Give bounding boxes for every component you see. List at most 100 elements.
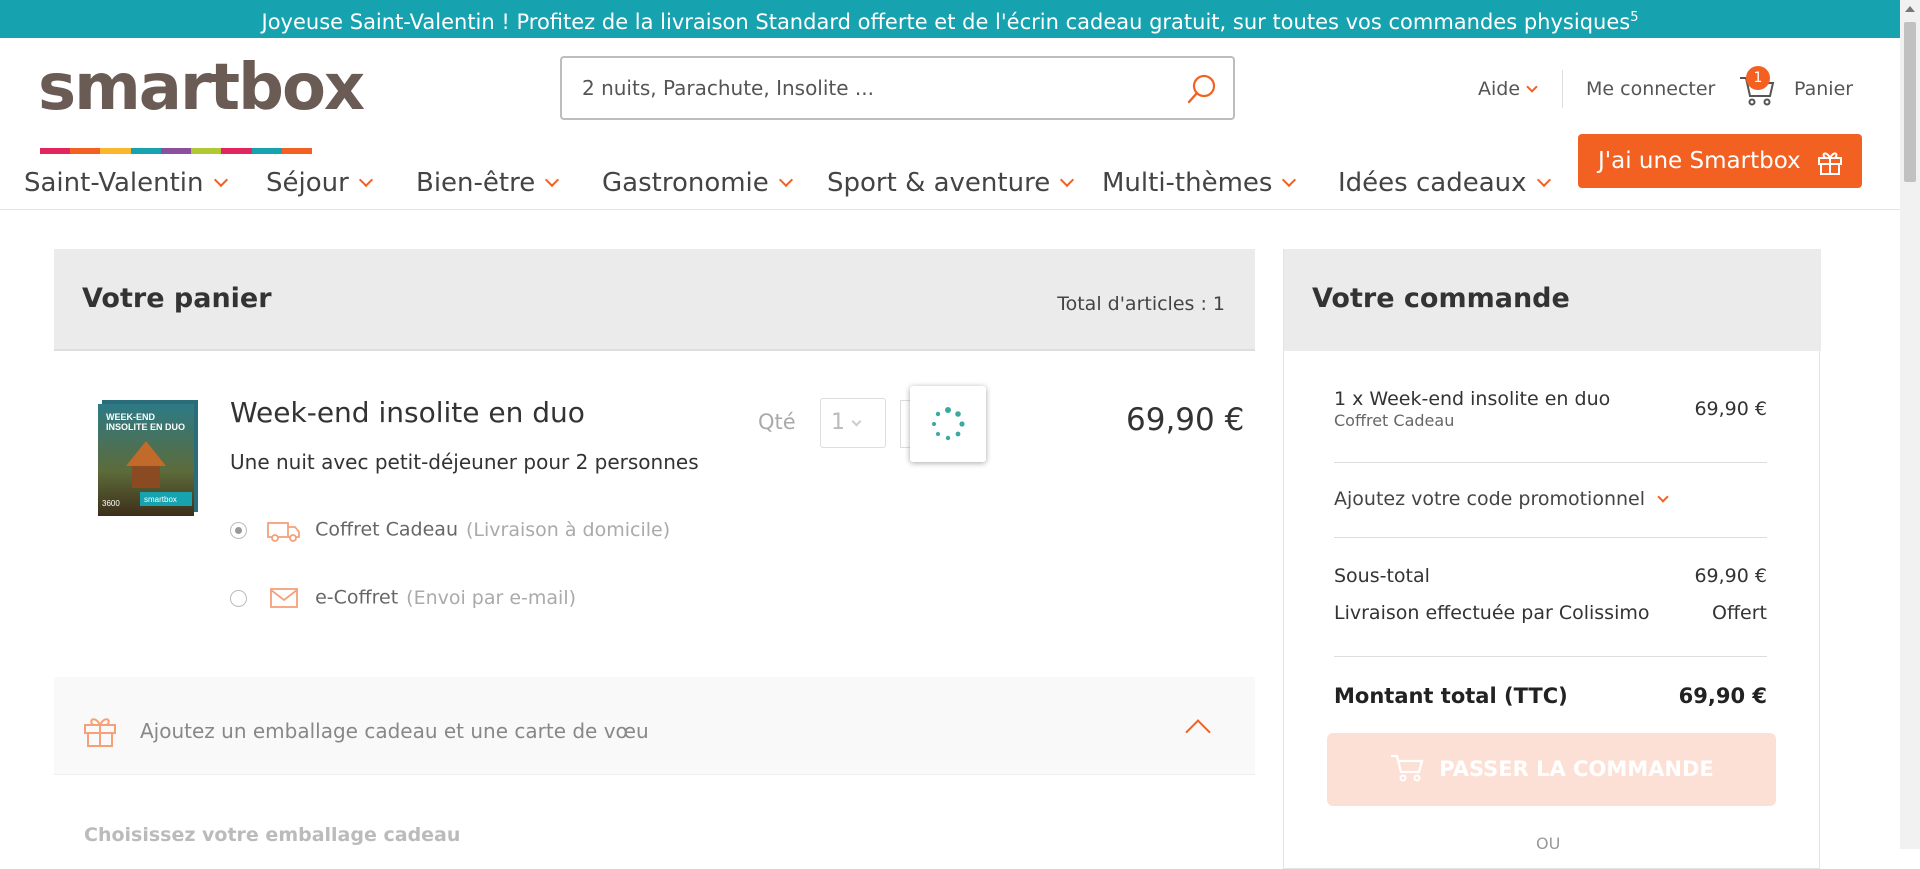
nav-item-label: Sport & aventure bbox=[827, 168, 1051, 198]
chevron-up-icon[interactable] bbox=[1185, 719, 1211, 745]
promo-code-label: Ajoutez votre code promotionnel bbox=[1334, 488, 1646, 510]
cart-item-count: Total d'articles : 1 bbox=[1057, 293, 1225, 315]
logo-color-bar bbox=[40, 148, 312, 154]
nav-item-bien-etre[interactable]: Bien-être bbox=[416, 168, 560, 198]
loading-spinner-icon bbox=[910, 386, 986, 462]
svg-text:smartbox: smartbox bbox=[144, 495, 177, 504]
quantity-select[interactable]: 1 bbox=[820, 398, 886, 448]
chevron-down-icon bbox=[213, 172, 228, 188]
nav-item-multi-themes[interactable]: Multi-thèmes bbox=[1102, 168, 1297, 198]
option-label: Coffret Cadeau bbox=[315, 518, 458, 541]
radio-e-coffret[interactable] bbox=[230, 589, 247, 607]
nav-item-gastronomie[interactable]: Gastronomie bbox=[602, 168, 793, 198]
promo-banner-text: Joyeuse Saint-Valentin ! Profitez de la … bbox=[261, 10, 1631, 34]
shipping-value: Offert bbox=[1712, 602, 1767, 624]
quantity-value: 1 bbox=[831, 410, 845, 435]
option-label: e-Coffret bbox=[315, 586, 399, 609]
product-box-image[interactable]: WEEK-END INSOLITE EN DUO smartbox 3600 bbox=[96, 396, 202, 516]
svg-text:WEEK-END: WEEK-END bbox=[106, 412, 155, 422]
promo-footnote: 5 bbox=[1630, 10, 1639, 25]
login-link[interactable]: Me connecter bbox=[1586, 78, 1715, 100]
order-line-item-type: Coffret Cadeau bbox=[1334, 411, 1455, 430]
header-divider bbox=[1562, 70, 1563, 108]
product-price: 69,90 € bbox=[1126, 402, 1245, 438]
chevron-down-icon bbox=[778, 172, 793, 188]
cart-header: Votre panier Total d'articles : 1 bbox=[54, 249, 1255, 351]
order-title: Votre commande bbox=[1312, 283, 1570, 314]
envelope-icon bbox=[270, 588, 298, 608]
search-icon[interactable] bbox=[1185, 72, 1219, 106]
svg-text:INSOLITE EN DUO: INSOLITE EN DUO bbox=[106, 422, 185, 432]
gift-wrap-section-title: Choisissez votre emballage cadeau bbox=[84, 824, 461, 846]
quantity-label: Qté bbox=[758, 410, 796, 434]
option-coffret-cadeau[interactable]: Coffret Cadeau (Livraison à domicile) bbox=[230, 518, 670, 542]
logo-color-segment bbox=[221, 148, 252, 154]
logo-color-segment bbox=[191, 148, 222, 154]
checkout-label: PASSER LA COMMANDE bbox=[1439, 757, 1714, 781]
gift-icon bbox=[84, 718, 116, 747]
have-smartbox-label: J'ai une Smartbox bbox=[1598, 148, 1801, 174]
search-input[interactable] bbox=[580, 68, 1160, 108]
chevron-down-icon bbox=[1536, 172, 1551, 188]
order-divider bbox=[1334, 537, 1767, 538]
product-subtitle: Une nuit avec petit-déjeuner pour 2 pers… bbox=[230, 450, 699, 474]
chevron-down-icon bbox=[358, 172, 373, 188]
logo-color-segment bbox=[130, 148, 161, 154]
logo-color-segment bbox=[281, 148, 312, 154]
cart-link[interactable]: Panier bbox=[1794, 78, 1853, 100]
logo-color-segment bbox=[160, 148, 192, 154]
option-e-coffret[interactable]: e-Coffret (Envoi par e-mail) bbox=[230, 586, 576, 610]
nav-item-label: Idées cadeaux bbox=[1338, 168, 1527, 198]
cart-icon bbox=[1391, 754, 1424, 782]
total-value: 69,90 € bbox=[1678, 684, 1767, 708]
chevron-down-icon bbox=[1657, 491, 1669, 503]
logo-color-segment bbox=[100, 148, 131, 154]
chevron-down-icon bbox=[851, 416, 862, 427]
gift-wrap-toggle[interactable]: Ajoutez un emballage cadeau et une carte… bbox=[54, 677, 1255, 775]
page-scrollbar[interactable] bbox=[1900, 0, 1920, 849]
option-note: (Livraison à domicile) bbox=[466, 518, 671, 541]
delivery-truck-icon bbox=[267, 522, 300, 542]
scroll-up-icon[interactable] bbox=[1905, 6, 1915, 12]
chevron-down-icon bbox=[1060, 172, 1075, 188]
product-title[interactable]: Week-end insolite en duo bbox=[230, 396, 585, 429]
or-separator: OU bbox=[1536, 834, 1561, 853]
promo-code-toggle[interactable]: Ajoutez votre code promotionnel bbox=[1334, 488, 1669, 510]
nav-item-label: Gastronomie bbox=[602, 168, 769, 198]
chevron-down-icon bbox=[545, 172, 560, 188]
order-header: Votre commande bbox=[1284, 249, 1821, 351]
cart-count-badge: 1 bbox=[1746, 66, 1770, 90]
search-box[interactable] bbox=[560, 56, 1235, 120]
chevron-down-icon bbox=[1526, 81, 1538, 93]
subtotal-label: Sous-total bbox=[1334, 565, 1430, 587]
checkout-button[interactable]: PASSER LA COMMANDE bbox=[1327, 733, 1776, 806]
help-label: Aide bbox=[1478, 78, 1521, 100]
shipping-label: Livraison effectuée par Colissimo bbox=[1334, 602, 1650, 624]
nav-item-sejour[interactable]: Séjour bbox=[266, 168, 373, 198]
logo-color-segment bbox=[251, 148, 282, 154]
promo-banner: Joyeuse Saint-Valentin ! Profitez de la … bbox=[0, 0, 1900, 38]
logo-color-segment bbox=[70, 148, 101, 154]
svg-text:3600: 3600 bbox=[102, 499, 120, 508]
order-divider bbox=[1334, 656, 1767, 657]
option-note: (Envoi par e-mail) bbox=[406, 586, 577, 609]
nav-item-saint-valentin[interactable]: Saint-Valentin bbox=[24, 168, 228, 198]
subtotal-value: 69,90 € bbox=[1694, 565, 1767, 587]
total-label: Montant total (TTC) bbox=[1334, 684, 1568, 708]
radio-coffret-cadeau[interactable] bbox=[230, 521, 247, 539]
nav-item-label: Multi-thèmes bbox=[1102, 168, 1273, 198]
nav-item-label: Bien-être bbox=[416, 168, 536, 198]
cart-title: Votre panier bbox=[82, 283, 272, 314]
order-line-item: 1 x Week-end insolite en duo bbox=[1334, 388, 1611, 410]
nav-item-sport-aventure[interactable]: Sport & aventure bbox=[827, 168, 1075, 198]
have-smartbox-button[interactable]: J'ai une Smartbox bbox=[1578, 134, 1862, 188]
nav-item-idees-cadeaux[interactable]: Idées cadeaux bbox=[1338, 168, 1551, 198]
nav-item-label: Saint-Valentin bbox=[24, 168, 204, 198]
gift-icon bbox=[1818, 152, 1842, 175]
gift-wrap-label: Ajoutez un emballage cadeau et une carte… bbox=[140, 719, 649, 743]
help-menu[interactable]: Aide bbox=[1478, 78, 1538, 100]
smartbox-logo[interactable]: smartbox bbox=[38, 56, 365, 120]
scrollbar-thumb[interactable] bbox=[1904, 22, 1916, 182]
logo-color-segment bbox=[40, 148, 71, 154]
order-line-item-price: 69,90 € bbox=[1694, 398, 1767, 420]
